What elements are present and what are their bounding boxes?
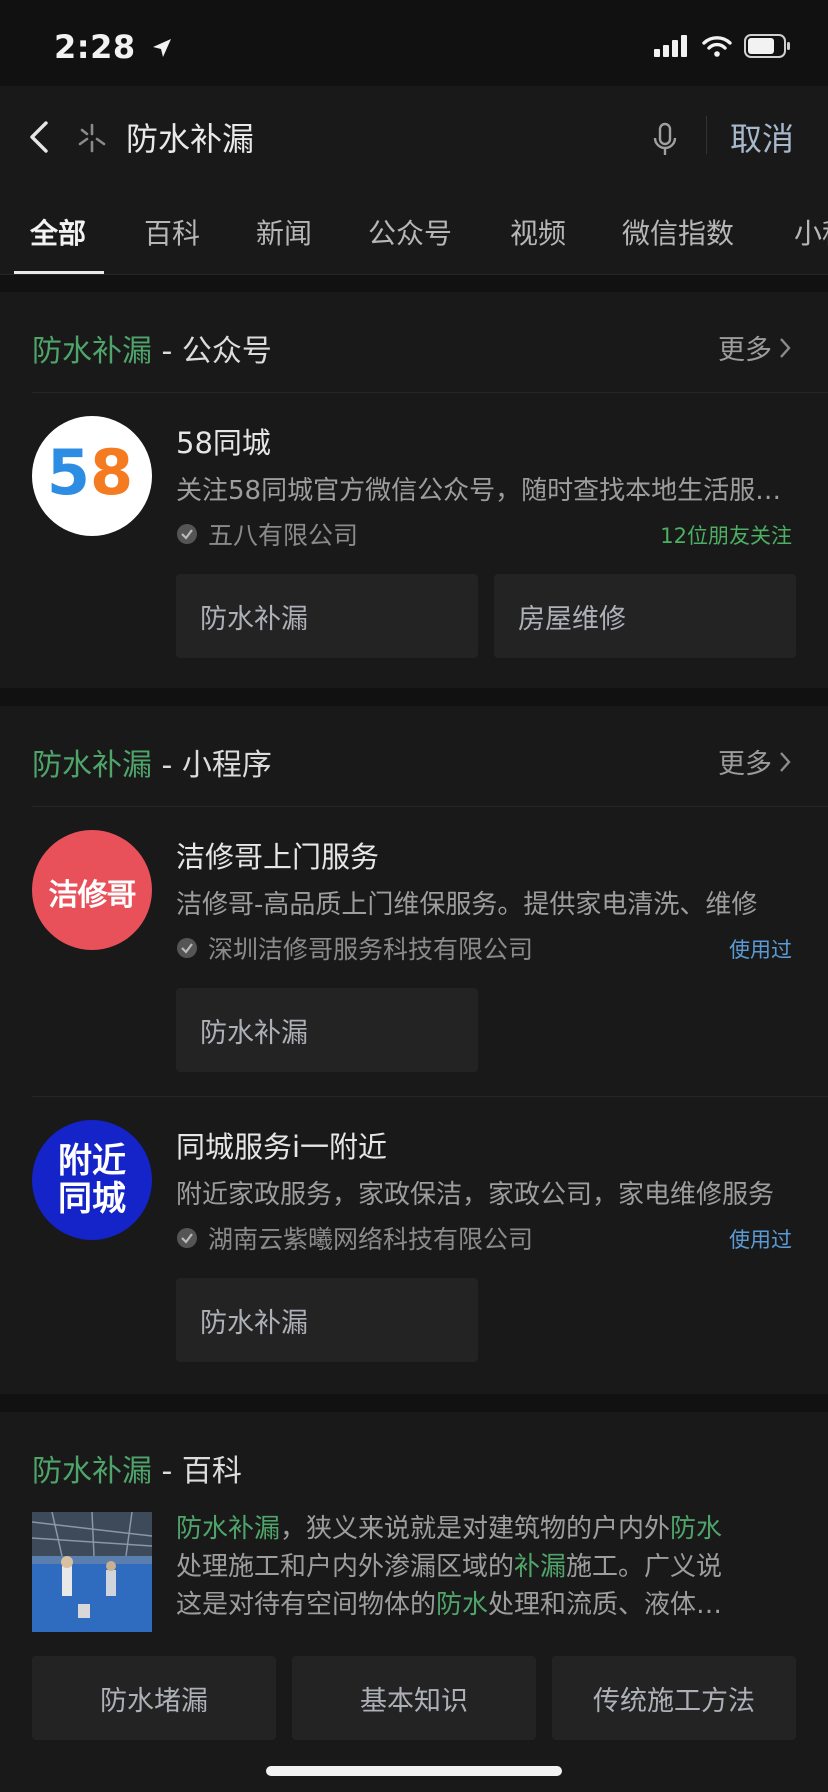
official-account-section: 防水补漏 - 公众号 更多 58 58同城 关注58同城官方微信公众号，随时查找… bbox=[0, 292, 828, 688]
search-input[interactable]: 防水补漏 bbox=[126, 114, 254, 160]
microphone-icon[interactable] bbox=[652, 122, 678, 158]
used-badge: 使用过 bbox=[729, 1228, 792, 1252]
logo-text: 同城 bbox=[58, 1179, 126, 1219]
tab-baike[interactable]: 百科 bbox=[144, 212, 200, 252]
divider bbox=[32, 392, 828, 393]
mini-program-name[interactable]: 同城服务i一附近 bbox=[176, 1124, 387, 1166]
logo-text: 附近 bbox=[58, 1141, 126, 1181]
section-title: 防水补漏 - 小程序 bbox=[32, 748, 272, 783]
friends-follow-badge: 12位朋友关注 bbox=[660, 524, 792, 548]
mini-program-name[interactable]: 洁修哥上门服务 bbox=[176, 834, 379, 876]
mini-program-org: 深圳洁修哥服务科技有限公司 bbox=[176, 930, 533, 966]
baike-snippet: 防水补漏，狭义来说就是对建筑物的户内外防水 处理施工和户内外渗漏区域的补漏施工。… bbox=[176, 1510, 796, 1624]
mini-program-logo[interactable]: 附近 同城 bbox=[32, 1120, 152, 1240]
sparkle-icon bbox=[78, 123, 106, 153]
more-link[interactable]: 更多 bbox=[718, 328, 792, 367]
divider bbox=[32, 1096, 828, 1097]
cancel-button[interactable]: 取消 bbox=[730, 114, 794, 160]
tab-video[interactable]: 视频 bbox=[510, 212, 566, 252]
divider bbox=[32, 806, 828, 807]
baike-thumbnail[interactable] bbox=[32, 1512, 152, 1632]
back-chevron-icon[interactable] bbox=[26, 120, 52, 154]
tab-wechat-index[interactable]: 微信指数 bbox=[622, 212, 734, 252]
58-logo-icon: 58 bbox=[47, 436, 133, 509]
account-name[interactable]: 58同城 bbox=[176, 420, 271, 462]
logo-text: 洁修哥 bbox=[48, 878, 137, 913]
status-indicators bbox=[654, 34, 792, 58]
wifi-icon bbox=[702, 36, 732, 57]
svg-text:58: 58 bbox=[47, 436, 133, 509]
tab-mini-programs[interactable]: 小程 bbox=[794, 212, 828, 252]
mini-program-description: 附近家政服务，家政保洁，家政公司，家电维修服务 bbox=[176, 1180, 775, 1210]
verified-check-icon bbox=[177, 938, 197, 958]
snippet-line: 防水补漏，狭义来说就是对建筑物的户内外防水 bbox=[176, 1514, 723, 1544]
account-description: 关注58同城官方微信公众号，随时查找本地生活服务信息 bbox=[176, 476, 788, 506]
verified-check-icon bbox=[177, 524, 197, 544]
keyword-chip[interactable]: 防水补漏 bbox=[176, 574, 478, 658]
mini-program-logo[interactable]: 洁修哥 bbox=[32, 830, 152, 950]
keyword-chip[interactable]: 房屋维修 bbox=[494, 574, 796, 658]
search-header: 防水补漏 取消 bbox=[0, 86, 828, 183]
chevron-right-icon bbox=[780, 337, 791, 358]
topic-chip[interactable]: 基本知识 bbox=[292, 1656, 536, 1740]
tab-active-indicator bbox=[14, 271, 104, 274]
snippet-line: 这是对待有空间物体的防水处理和流质、液体… bbox=[176, 1590, 723, 1620]
topic-chip[interactable]: 传统施工方法 bbox=[552, 1656, 796, 1740]
verified-check-icon bbox=[177, 1228, 197, 1248]
tab-all[interactable]: 全部 bbox=[30, 212, 86, 252]
home-indicator[interactable] bbox=[266, 1766, 562, 1776]
topic-chip[interactable]: 防水堵漏 bbox=[32, 1656, 276, 1740]
tab-news[interactable]: 新闻 bbox=[256, 212, 312, 252]
chevron-right-icon bbox=[780, 751, 791, 772]
divider bbox=[706, 116, 707, 154]
construction-photo-icon bbox=[32, 1512, 152, 1632]
keyword-chip[interactable]: 防水补漏 bbox=[176, 988, 478, 1072]
mini-program-section: 防水补漏 - 小程序 更多 洁修哥 洁修哥上门服务 洁修哥-高品质上门维保服务。… bbox=[0, 706, 828, 1394]
snippet-line: 处理施工和户内外渗漏区域的补漏施工。广义说 bbox=[176, 1552, 723, 1582]
location-arrow-icon bbox=[153, 39, 172, 57]
avatar[interactable]: 58 bbox=[32, 416, 152, 536]
account-org: 五八有限公司 bbox=[176, 516, 358, 552]
baike-section: 防水补漏 - 百科 防水补漏，狭义来说就是对建筑物的户内外防水 处理施工和户内外… bbox=[0, 1412, 828, 1792]
tab-official-accounts[interactable]: 公众号 bbox=[368, 212, 452, 252]
keyword-chip[interactable]: 防水补漏 bbox=[176, 1278, 478, 1362]
category-tabs: 全部 百科 新闻 公众号 视频 微信指数 小程 bbox=[0, 182, 828, 275]
signal-icon bbox=[654, 35, 687, 57]
battery-icon bbox=[744, 34, 790, 58]
mini-program-org: 湖南云紫曦网络科技有限公司 bbox=[176, 1220, 533, 1256]
section-title: 防水补漏 - 公众号 bbox=[32, 334, 272, 369]
more-link[interactable]: 更多 bbox=[718, 742, 792, 781]
used-badge: 使用过 bbox=[729, 938, 792, 962]
status-time: 2:28 bbox=[54, 28, 173, 66]
mini-program-description: 洁修哥-高品质上门维保服务。提供家电清洗、维修 bbox=[176, 890, 758, 920]
section-title: 防水补漏 - 百科 bbox=[32, 1454, 242, 1489]
